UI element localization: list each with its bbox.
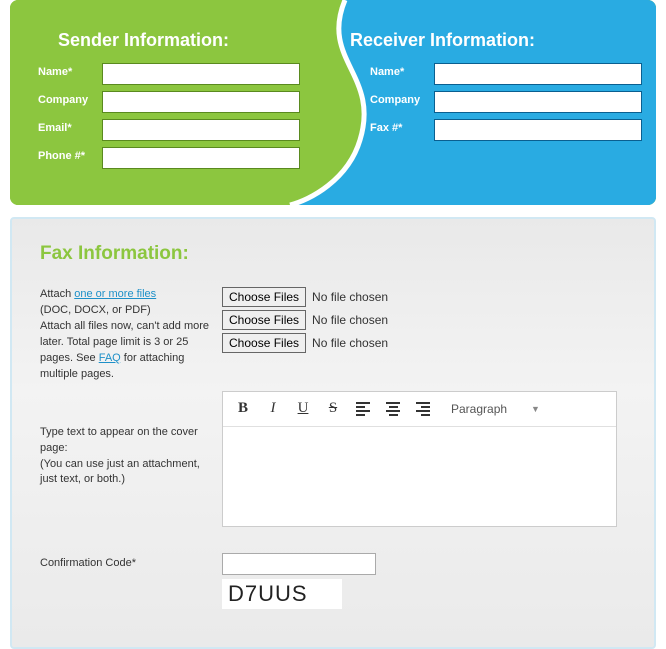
cover-text-input[interactable] (223, 427, 616, 523)
chevron-down-icon: ▼ (531, 404, 540, 414)
strike-button[interactable]: S (319, 396, 347, 422)
italic-button[interactable]: I (259, 396, 287, 422)
sender-name-label: Name* (10, 63, 102, 79)
captcha-image: D7UUS (222, 579, 342, 609)
paragraph-label: Paragraph (451, 402, 507, 416)
bold-button[interactable]: B (229, 396, 257, 422)
align-center-button[interactable] (379, 396, 407, 422)
file-status-3: No file chosen (312, 336, 388, 350)
rich-text-editor: B I U S Paragr (222, 391, 617, 527)
attach-help-text: Attach one or more files (DOC, DOCX, or … (40, 287, 222, 383)
sender-email-label: Email* (10, 119, 102, 135)
receiver-fax-input[interactable] (434, 119, 642, 141)
align-right-button[interactable] (409, 396, 437, 422)
cover-label-2: (You can use just an attachment, just te… (40, 458, 200, 486)
fax-heading: Fax Information: (40, 243, 626, 265)
sender-heading: Sender Information: (10, 30, 330, 51)
sender-company-label: Company (10, 91, 102, 107)
receiver-company-input[interactable] (434, 91, 642, 113)
confirmation-label: Confirmation Code* (40, 553, 222, 572)
sender-name-input[interactable] (102, 63, 300, 85)
attach-files-link[interactable]: one or more files (74, 288, 156, 300)
align-right-icon (416, 400, 430, 418)
choose-files-button-3[interactable]: Choose Files (222, 333, 306, 353)
receiver-name-label: Name* (350, 63, 434, 79)
fax-panel: Fax Information: Attach one or more file… (10, 217, 656, 649)
receiver-heading: Receiver Information: (350, 30, 655, 51)
choose-files-button-1[interactable]: Choose Files (222, 287, 306, 307)
sender-company-input[interactable] (102, 91, 300, 113)
confirmation-code-input[interactable] (222, 553, 376, 575)
receiver-company-label: Company (350, 91, 434, 107)
receiver-name-input[interactable] (434, 63, 642, 85)
sender-phone-input[interactable] (102, 147, 300, 169)
receiver-fax-label: Fax #* (350, 119, 434, 135)
faq-link[interactable]: FAQ (99, 352, 121, 364)
file-status-1: No file chosen (312, 290, 388, 304)
editor-toolbar: B I U S Paragr (223, 392, 616, 427)
underline-button[interactable]: U (289, 396, 317, 422)
file-status-2: No file chosen (312, 313, 388, 327)
paragraph-dropdown[interactable]: Paragraph ▼ (443, 398, 548, 420)
sender-email-input[interactable] (102, 119, 300, 141)
attach-formats: (DOC, DOCX, or PDF) (40, 304, 151, 316)
cover-help-text: Type text to appear on the cover page: (… (40, 391, 222, 527)
cover-label-1: Type text to appear on the cover page: (40, 426, 198, 454)
align-center-icon (386, 400, 400, 418)
sender-phone-label: Phone #* (10, 147, 102, 163)
top-panel: Sender Information: Name* Company Email*… (10, 0, 656, 205)
choose-files-button-2[interactable]: Choose Files (222, 310, 306, 330)
align-left-button[interactable] (349, 396, 377, 422)
attach-prefix: Attach (40, 288, 74, 300)
sender-section: Sender Information: Name* Company Email*… (10, 0, 330, 175)
align-left-icon (356, 400, 370, 418)
receiver-section: Receiver Information: Name* Company Fax … (350, 0, 655, 147)
